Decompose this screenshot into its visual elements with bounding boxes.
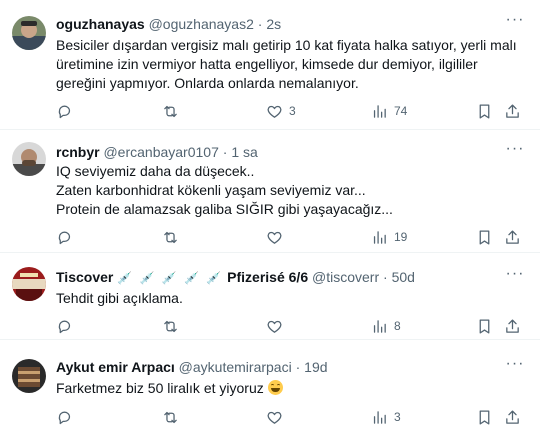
bookmark-button[interactable] (476, 315, 493, 337)
retweet-button[interactable] (162, 226, 185, 248)
timestamp[interactable]: 1 sa (231, 144, 257, 160)
like-button[interactable] (266, 315, 289, 337)
tweet-feed: oguzhanayas @oguzhanayas2 · 2s ··· Besic… (0, 0, 540, 441)
bookmark-icon (479, 103, 490, 119)
syringe-emojis: 💉 💉 💉 💉 💉 (117, 271, 224, 285)
share-button[interactable] (504, 406, 521, 428)
avatar[interactable] (12, 359, 46, 393)
display-name[interactable]: Aykut emir Arpacı (56, 359, 175, 375)
views-count: 3 (394, 410, 401, 424)
like-icon (267, 411, 282, 424)
reply-icon (58, 411, 71, 424)
tweet-text: Farketmez biz 50 liralık et yiyoruz (56, 380, 264, 396)
views-button[interactable]: 19 (371, 226, 407, 248)
separator: · (295, 359, 301, 375)
share-icon (506, 103, 519, 118)
tweet-text: IQ seviyemiz daha da düşecek.. Zaten kar… (56, 163, 393, 217)
views-icon (373, 230, 386, 244)
bookmark-button[interactable] (476, 406, 493, 428)
display-name[interactable]: oguzhanayas (56, 16, 145, 32)
views-icon (373, 104, 386, 118)
user-handle[interactable]: @ercanbayar0107 (103, 144, 218, 160)
tweet-actions: 3 74 (56, 100, 528, 122)
tweet[interactable]: Aykut emir Arpacı @aykutemirarpaci · 19d… (0, 341, 540, 441)
display-name-suffix[interactable]: Pfizerisé 6/6 (227, 269, 308, 285)
user-handle[interactable]: @oguzhanayas2 (149, 16, 254, 32)
reply-button[interactable] (56, 100, 79, 122)
views-count: 8 (394, 319, 401, 333)
tweet[interactable]: rcnbyr @ercanbayar0107 · 1 sa ··· IQ sev… (0, 131, 540, 253)
retweet-icon (164, 105, 177, 117)
separator: · (383, 269, 388, 285)
bookmark-button[interactable] (476, 100, 493, 122)
more-icon[interactable]: ··· (502, 12, 528, 32)
timestamp[interactable]: 50d (392, 269, 415, 285)
reply-button[interactable] (56, 406, 79, 428)
tweet-actions: 3 (56, 406, 528, 428)
share-button[interactable] (504, 100, 521, 122)
tweet-header: Aykut emir Arpacı @aykutemirarpaci · 19d (56, 358, 328, 376)
tweet[interactable]: Tiscover 💉 💉 💉 💉 💉 Pfizerisé 6/6 @tiscov… (0, 254, 540, 340)
share-icon (506, 229, 519, 244)
share-icon (506, 318, 519, 333)
retweet-button[interactable] (162, 406, 185, 428)
bookmark-icon (479, 409, 490, 425)
avatar[interactable] (12, 142, 46, 176)
views-button[interactable]: 8 (371, 315, 401, 337)
retweet-icon (164, 320, 177, 332)
timestamp[interactable]: 2s (266, 16, 281, 32)
views-count: 19 (394, 230, 408, 244)
timestamp[interactable]: 19d (304, 359, 327, 375)
views-button[interactable]: 74 (371, 100, 407, 122)
reply-icon (58, 231, 71, 244)
more-icon[interactable]: ··· (502, 266, 528, 286)
like-icon (267, 231, 282, 244)
tweet-text-container: Farketmez biz 50 liralık et yiyoruz (56, 379, 283, 398)
avatar[interactable] (12, 267, 46, 301)
views-count: 74 (394, 104, 408, 118)
retweet-icon (164, 411, 177, 423)
display-name[interactable]: Tiscover (56, 269, 113, 285)
like-button[interactable] (266, 226, 289, 248)
reply-button[interactable] (56, 315, 79, 337)
tweet-header: oguzhanayas @oguzhanayas2 · 2s (56, 15, 281, 33)
grinning-face-emoji (267, 380, 283, 395)
user-handle[interactable]: @tiscoverr (312, 269, 379, 285)
retweet-icon (164, 231, 177, 243)
tweet-header: rcnbyr @ercanbayar0107 · 1 sa (56, 143, 258, 161)
tweet-actions: 8 (56, 315, 528, 337)
tweet-actions: 19 (56, 226, 528, 248)
bookmark-icon (479, 318, 490, 334)
like-count: 3 (289, 104, 296, 118)
reply-icon (58, 105, 71, 118)
bookmark-button[interactable] (476, 226, 493, 248)
separator: · (257, 16, 263, 32)
tweet-text: Besiciler dışardan vergisiz malı getirip… (56, 37, 517, 91)
like-icon (267, 320, 282, 333)
separator: · (222, 144, 228, 160)
tweet-text: Tehdit gibi açıklama. (56, 290, 183, 306)
tweet-header: Tiscover 💉 💉 💉 💉 💉 Pfizerisé 6/6 @tiscov… (56, 268, 415, 286)
share-button[interactable] (504, 315, 521, 337)
user-handle[interactable]: @aykutemirarpaci (179, 359, 292, 375)
tweet[interactable]: oguzhanayas @oguzhanayas2 · 2s ··· Besic… (0, 0, 540, 130)
share-button[interactable] (504, 226, 521, 248)
retweet-button[interactable] (162, 315, 185, 337)
bookmark-icon (479, 229, 490, 245)
share-icon (506, 409, 519, 424)
reply-icon (58, 320, 71, 333)
avatar[interactable] (12, 16, 46, 50)
retweet-button[interactable] (162, 100, 185, 122)
views-icon (373, 410, 386, 424)
views-button[interactable]: 3 (371, 406, 401, 428)
reply-button[interactable] (56, 226, 79, 248)
more-icon[interactable]: ··· (502, 356, 528, 376)
more-icon[interactable]: ··· (502, 141, 528, 161)
like-button[interactable] (266, 406, 289, 428)
like-icon (267, 105, 282, 118)
display-name[interactable]: rcnbyr (56, 144, 100, 160)
views-icon (373, 319, 386, 333)
like-button[interactable]: 3 (266, 100, 296, 122)
